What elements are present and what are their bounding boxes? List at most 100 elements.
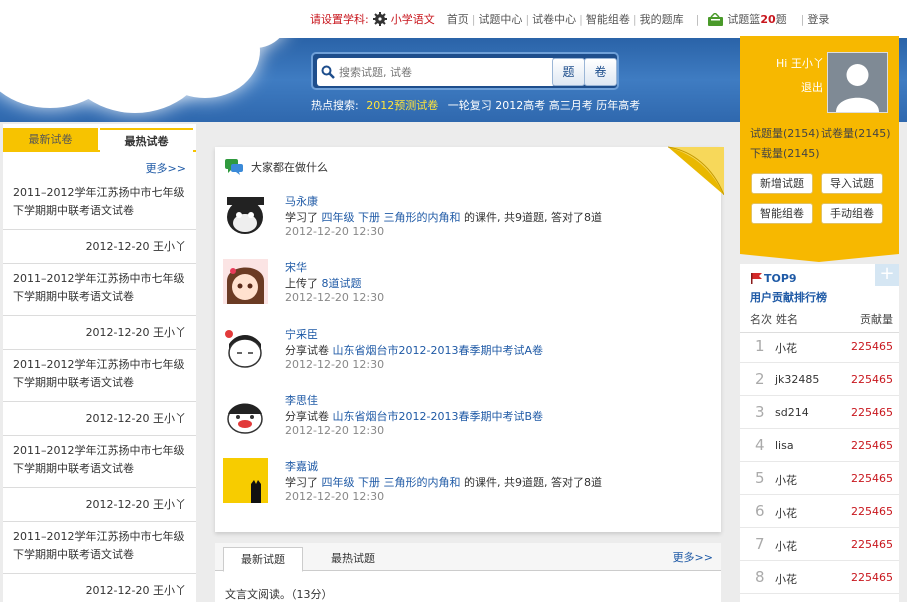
hot-term[interactable]: 历年高考 [596,99,640,112]
more-questions-link[interactable]: 更多>> [673,549,713,565]
feed-link[interactable]: 四年级 下册 三角形的内角和 [322,476,461,489]
feed-link[interactable]: 山东省烟台市2012-2013春季期中考试B卷 [333,410,544,423]
subject-link[interactable]: 小学语文 [391,11,435,27]
feed-user-name[interactable]: 宁采臣 [285,326,318,342]
nav-separator: | [579,12,583,26]
logout-link[interactable]: 退出 [801,79,823,95]
feed-description: 学习了 四年级 下册 三角形的内角和 的课件, 共9道题, 答对了8道 [285,209,602,225]
feed-description: 上传了 8道试题 [285,275,362,291]
rank-user[interactable]: sd214 [775,406,809,419]
gear-icon[interactable] [372,12,387,26]
table-row: 1 小花 225465 [740,330,899,363]
avatar[interactable] [223,326,268,371]
feed-suffix: 的课件, 共9道题, 答对了8道 [464,211,602,224]
avatar[interactable] [223,458,268,503]
tab-hottest-papers[interactable]: 最热试卷 [100,128,193,152]
rank-number: 8 [755,568,765,586]
rank-col-header: 名次 [750,313,772,326]
hot-term[interactable]: 一轮复习 [448,99,492,112]
rank-user[interactable]: lisa [775,439,794,452]
feed-link[interactable]: 四年级 下册 三角形的内角和 [322,211,461,224]
rank-number: 6 [755,502,765,520]
feed-description: 学习了 四年级 下册 三角形的内角和 的课件, 共9道题, 答对了8道 [285,474,602,490]
nav-question-center[interactable]: 试题中心 [478,11,522,27]
paper-title[interactable]: 2011–2012学年江苏扬中市七年级下学期期中联考语文试卷 [3,442,196,478]
paper-date: 2012-12-20 [85,240,150,253]
list-item[interactable]: 2011–2012学年江苏扬中市七年级下学期期中联考语文试卷 2012-12-2… [3,528,196,597]
avatar[interactable] [223,259,268,304]
tab-newest-papers[interactable]: 最新试卷 [3,128,98,152]
feed-user-name[interactable]: 李嘉诚 [285,458,318,474]
rank-user[interactable]: 小花 [775,472,797,488]
top-bar: 请设置学科: 小学语文 首页 | 试题中心 | 试卷中心 | 智能组卷 | 我的… [0,0,907,38]
feed-item: 马永康 学习了 四年级 下册 三角形的内角和 的课件, 共9道题, 答对了8道 … [223,193,703,243]
hot-term[interactable]: 2012预测试卷 [366,99,438,112]
nav-my-bank[interactable]: 我的题库 [640,11,684,27]
page-curl-decoration [668,146,724,195]
rank-user[interactable]: 小花 [775,340,797,356]
paper-author: 王小丫 [153,498,186,511]
manual-compose-button[interactable]: 手动组卷 [821,203,883,224]
rank-user[interactable]: jk32485 [775,373,819,386]
list-item[interactable]: 2011–2012学年江苏扬中市七年级下学期期中联考语文试卷 2012-12-2… [3,270,196,350]
table-row: 8 小花 225465 [740,561,899,594]
basket-count: 20 [760,12,776,26]
more-papers-link[interactable]: 更多>> [146,160,186,176]
feed-user-name[interactable]: 李思佳 [285,392,318,408]
paper-title[interactable]: 2011–2012学年江苏扬中市七年级下学期期中联考语文试卷 [3,270,196,306]
rank-user[interactable]: 小花 [775,505,797,521]
paper-date: 2012-12-20 [85,584,150,597]
paper-title[interactable]: 2011–2012学年江苏扬中市七年级下学期期中联考语文试卷 [3,356,196,392]
plus-icon[interactable]: + [875,264,899,286]
question-count: 试题量(2154) [750,127,820,140]
divider [3,401,196,402]
tab-newest-questions[interactable]: 最新试题 [223,547,303,572]
paper-title[interactable]: 2011–2012学年江苏扬中市七年级下学期期中联考语文试卷 [3,184,196,220]
user-greeting: Hi 王小丫 [776,57,824,70]
divider [3,229,196,230]
tab-hottest-questions[interactable]: 最热试题 [313,547,393,572]
add-question-button[interactable]: 新增试题 [751,173,813,194]
smart-compose-button[interactable]: 智能组卷 [751,203,813,224]
search-input[interactable] [317,58,555,86]
paper-meta: 2012-12-20 王小丫 [86,238,186,254]
nav-separator: | [632,12,637,26]
nav-smart-compose[interactable]: 智能组卷 [586,11,630,27]
search-paper-button[interactable]: 卷 [584,58,617,86]
feed-user-name[interactable]: 宋华 [285,259,307,275]
ranking-panel: + TOP9 用户贡献排行榜 名次 姓名 贡献量 1 小花 225465 2 jk32… [740,264,899,602]
feed-action: 上传了 [285,277,318,290]
table-row: 3 sd214 225465 [740,396,899,429]
import-question-button[interactable]: 导入试题 [821,173,883,194]
list-item[interactable]: 2011–2012学年江苏扬中市七年级下学期期中联考语文试卷 2012-12-2… [3,356,196,436]
paper-title[interactable]: 2011–2012学年江苏扬中市七年级下学期期中联考语文试卷 [3,528,196,564]
rank-score: 225465 [851,373,893,386]
feed-link[interactable]: 8道试题 [322,277,362,290]
nav-home[interactable]: 首页 [447,11,469,27]
search-question-button[interactable]: 题 [552,58,585,86]
feed-action: 学习了 [285,476,318,489]
list-item[interactable]: 2011–2012学年江苏扬中市七年级下学期期中联考语文试卷 2012-12-2… [3,184,196,264]
table-row: 7 小花 225465 [740,528,899,561]
feed-user-name[interactable]: 马永康 [285,193,318,209]
feed-time: 2012-12-20 12:30 [285,490,385,503]
rank-user[interactable]: 小花 [775,538,797,554]
avatar[interactable] [223,193,268,238]
nav-paper-center[interactable]: 试卷中心 [532,11,576,27]
hot-term[interactable]: 高三月考 [549,99,593,112]
paper-date: 2012-12-20 [85,412,150,425]
avatar[interactable] [223,392,268,437]
question-item[interactable]: 文言文阅读。（13分） [225,586,333,602]
paper-date: 2012-12-20 [85,498,150,511]
paper-date: 2012-12-20 [85,326,150,339]
feed-time: 2012-12-20 12:30 [285,291,385,304]
hot-term[interactable]: 2012高考 [495,99,545,112]
list-item[interactable]: 2011–2012学年江苏扬中市七年级下学期期中联考语文试卷 2012-12-2… [3,442,196,522]
rank-score: 225465 [851,406,893,419]
feed-link[interactable]: 山东省烟台市2012-2013春季期中考试A卷 [333,344,543,357]
rank-user[interactable]: 小花 [775,571,797,587]
login-link[interactable]: 登录 [807,11,829,27]
feed-action: 分享试卷 [285,344,329,357]
user-avatar[interactable] [827,52,888,113]
question-basket-link[interactable]: 试题篮 20 题 [708,11,787,27]
